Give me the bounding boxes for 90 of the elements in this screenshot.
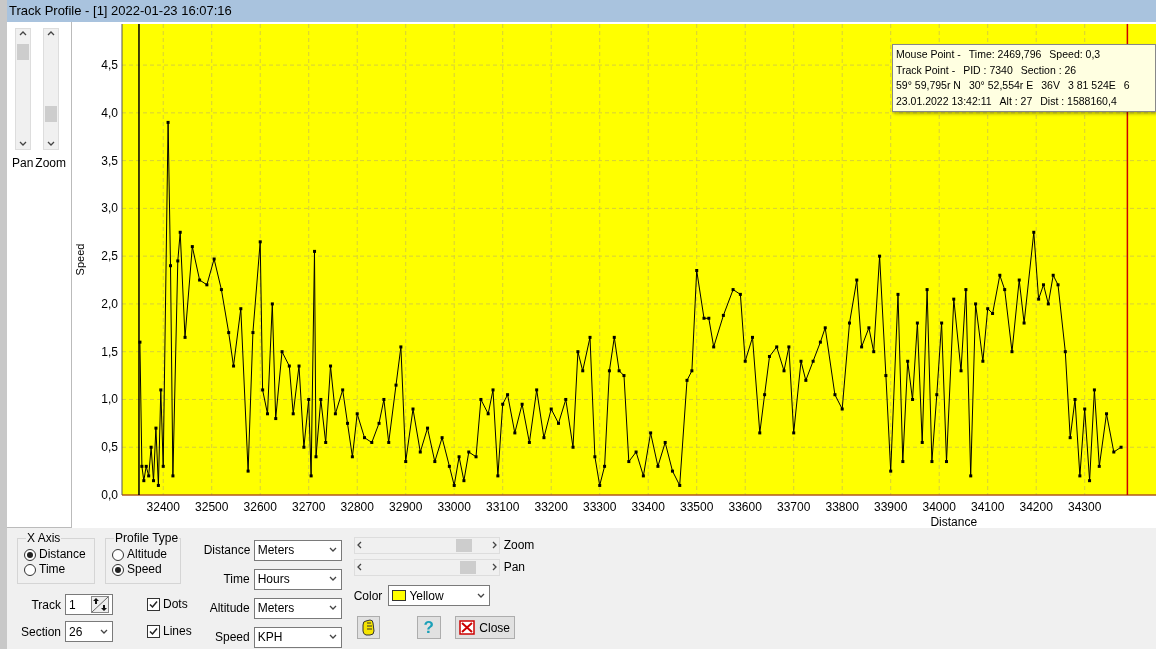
x-tick-label: 33800 bbox=[825, 500, 859, 514]
tooltip-text: 36V bbox=[1041, 78, 1060, 93]
spinner-arrows-icon[interactable] bbox=[91, 596, 109, 613]
x-axis-title: Distance bbox=[930, 515, 978, 528]
tooltip-text: Alt : 27 bbox=[999, 93, 1033, 109]
horizontal-scrollbar[interactable] bbox=[353, 558, 500, 576]
field-label: Time bbox=[222, 571, 250, 588]
hand-button[interactable] bbox=[356, 616, 380, 639]
field-label: Altitude bbox=[208, 600, 250, 617]
horizontal-scrollbar[interactable] bbox=[353, 536, 500, 554]
hand-icon bbox=[361, 619, 376, 636]
tooltip-text: 23.01.2022 13:42:11 bbox=[896, 93, 992, 109]
y-tick-label: 0,5 bbox=[101, 440, 118, 455]
y-tick-label: 2,0 bbox=[101, 296, 118, 311]
field-label: Color bbox=[353, 587, 383, 605]
x-tick-label: 33000 bbox=[437, 500, 471, 514]
radio-button[interactable]: Time bbox=[24, 562, 88, 577]
y-tick-label: 0,0 bbox=[101, 488, 118, 502]
x-tick-label: 34100 bbox=[971, 500, 1005, 514]
scrollbar-thumb[interactable] bbox=[460, 560, 477, 574]
tooltip-text: Section : 26 bbox=[1020, 62, 1077, 78]
x-tick-label: 33500 bbox=[680, 500, 714, 514]
x-tick-label: 32800 bbox=[340, 500, 374, 514]
close-icon bbox=[459, 620, 476, 635]
radio-button[interactable]: Altitude bbox=[112, 547, 174, 562]
scrollbar-label: Pan bbox=[503, 559, 526, 576]
tooltip-text: 6 bbox=[1123, 78, 1130, 93]
tooltip-text: 30° 52,554r E bbox=[968, 78, 1034, 93]
tooltip-text: 59° 59,795r N bbox=[896, 78, 961, 93]
tooltip-text: Time: 2469,796 bbox=[968, 47, 1042, 62]
x-tick-label: 33100 bbox=[486, 500, 520, 514]
color-swatch bbox=[392, 590, 407, 601]
dropdown[interactable]: Meters bbox=[253, 539, 342, 561]
vertical-scrollbar[interactable] bbox=[42, 28, 59, 150]
field-label: Section bbox=[19, 623, 61, 641]
x-tick-label: 32600 bbox=[243, 500, 277, 514]
y-tick-label: 3,0 bbox=[101, 201, 118, 216]
tooltip-text: Dist : 1588160,4 bbox=[1040, 93, 1117, 109]
dropdown[interactable]: Hours bbox=[253, 568, 342, 590]
checkbox[interactable]: Dots bbox=[147, 597, 192, 612]
x-tick-label: 34300 bbox=[1068, 500, 1102, 514]
x-tick-label: 34000 bbox=[922, 500, 956, 514]
dropdown[interactable]: KPH bbox=[253, 626, 342, 648]
x-tick-label: 33400 bbox=[631, 500, 665, 514]
x-tick-label: 32400 bbox=[146, 500, 180, 514]
checkmark-icon bbox=[148, 599, 159, 610]
color-dropdown[interactable]: Yellow bbox=[388, 585, 491, 606]
group-title: Profile Type bbox=[114, 531, 180, 545]
x-tick-label: 32700 bbox=[292, 500, 326, 514]
y-tick-label: 3,5 bbox=[101, 153, 118, 168]
dropdown[interactable]: 26 bbox=[65, 621, 113, 642]
y-tick-label: 2,5 bbox=[101, 249, 118, 264]
tooltip-text: Speed: 0,3 bbox=[1049, 47, 1101, 62]
checkbox[interactable]: Lines bbox=[147, 624, 192, 639]
scrollbar-label: Zoom bbox=[503, 537, 535, 554]
x-tick-label: 32900 bbox=[389, 500, 423, 514]
x-tick-label: 33300 bbox=[583, 500, 617, 514]
group-title: X Axis bbox=[26, 531, 62, 545]
spinner-field[interactable]: 1 bbox=[65, 594, 113, 615]
scrollbar-thumb[interactable] bbox=[16, 44, 29, 60]
tooltip-text: Mouse Point - bbox=[896, 47, 961, 62]
y-tick-label: 1,5 bbox=[101, 344, 118, 359]
x-tick-label: 34200 bbox=[1019, 500, 1053, 514]
tooltip-text: 3 81 524E bbox=[1067, 78, 1116, 93]
tooltip-text: PID : 7340 bbox=[963, 62, 1013, 78]
scrollbar-thumb[interactable] bbox=[456, 538, 473, 552]
x-tick-label: 33600 bbox=[728, 500, 762, 514]
x-tick-label: 33900 bbox=[874, 500, 908, 514]
x-tick-label: 33700 bbox=[777, 500, 811, 514]
x-tick-label: 32500 bbox=[195, 500, 229, 514]
field-label: Distance bbox=[203, 542, 250, 559]
y-tick-label: 4,0 bbox=[101, 105, 118, 120]
scrollbar-label: Zoom bbox=[35, 155, 66, 172]
close-button[interactable]: Close bbox=[454, 616, 515, 639]
scrollbar-thumb[interactable] bbox=[44, 105, 57, 122]
field-label: Track bbox=[30, 596, 61, 614]
radio-button[interactable]: Speed bbox=[112, 562, 174, 577]
x-tick-label: 33200 bbox=[534, 500, 568, 514]
y-tick-label: 4,5 bbox=[101, 58, 118, 73]
checkmark-icon bbox=[148, 626, 159, 637]
radio-button[interactable]: Distance bbox=[24, 547, 88, 562]
dropdown-value: Yellow bbox=[409, 587, 444, 605]
y-axis-title: Speed bbox=[74, 243, 86, 276]
y-tick-label: 1,0 bbox=[101, 392, 118, 407]
tooltip-text: Track Point - bbox=[896, 62, 956, 78]
field-label: Speed bbox=[214, 629, 250, 646]
vertical-scrollbar[interactable] bbox=[14, 28, 31, 150]
window-title: Track Profile - [1] 2022-01-23 16:07:16 bbox=[7, 0, 1156, 22]
scrollbar-label: Pan bbox=[12, 155, 34, 172]
dropdown[interactable]: Meters bbox=[253, 597, 342, 619]
